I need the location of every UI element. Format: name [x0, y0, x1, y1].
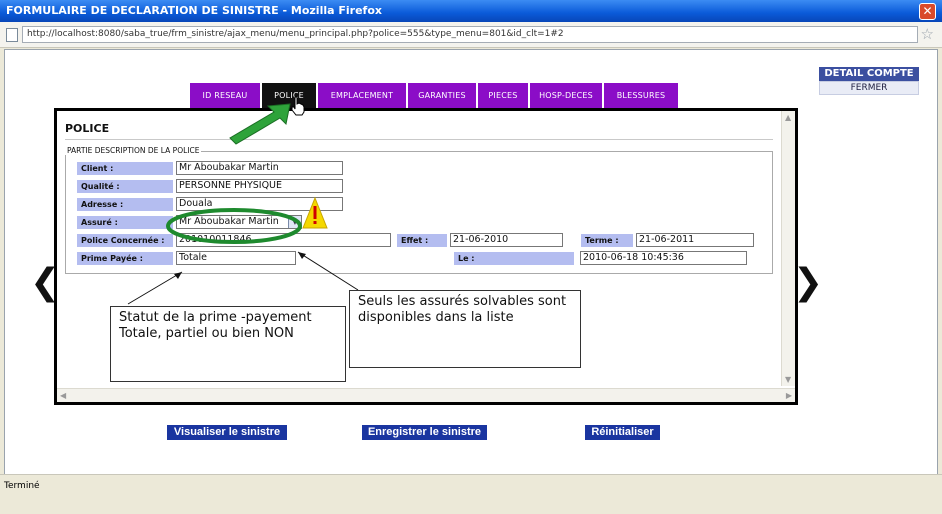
adresse-label: Adresse : — [77, 198, 173, 211]
tab-garanties[interactable]: GARANTIES — [408, 83, 476, 108]
scroll-right-icon[interactable]: ▶ — [786, 391, 792, 400]
url-field[interactable]: http://localhost:8080/saba_true/frm_sini… — [22, 26, 918, 43]
effet-label: Effet : — [397, 234, 447, 247]
qualite-label: Qualité : — [77, 180, 173, 193]
client-label: Client : — [77, 162, 173, 175]
bookmark-star-icon[interactable]: ☆ — [921, 25, 934, 43]
assure-select-value: Mr Aboubakar Martin — [179, 216, 279, 227]
enregistrer-sinistre-button[interactable]: Enregistrer le sinistre — [362, 425, 487, 440]
tab-hosp-deces[interactable]: HOSP-DECES — [530, 83, 602, 108]
hand-cursor-icon — [291, 96, 305, 116]
scroll-left-icon[interactable]: ◀ — [60, 391, 66, 400]
green-pointer-arrow-icon — [229, 103, 291, 145]
terme-label: Terme : — [581, 234, 633, 247]
qualite-field[interactable]: PERSONNE PHYSIQUE — [176, 179, 343, 193]
police-concernee-label: Police Concernée : — [77, 234, 173, 247]
scroll-down-icon[interactable]: ▼ — [785, 375, 791, 384]
horizontal-scrollbar[interactable]: ◀ ▶ — [57, 388, 795, 402]
page-icon — [6, 28, 18, 42]
prime-payee-label: Prime Payée : — [77, 252, 173, 265]
le-field[interactable]: 2010-06-18 10:45:36 — [580, 251, 747, 265]
window-title: FORMULAIRE DE DECLARATION DE SINISTRE - … — [6, 4, 382, 17]
assures-callout: Seuls les assurés solvables sont disponi… — [349, 290, 581, 368]
fieldset-legend: PARTIE DESCRIPTION DE LA POLICE — [65, 146, 202, 155]
police-section-title: POLICE — [65, 122, 110, 135]
status-text: Terminé — [4, 481, 40, 491]
assure-label: Assuré : — [77, 216, 173, 229]
tab-emplacement[interactable]: EMPLACEMENT — [318, 83, 406, 108]
terme-field[interactable]: 21-06-2011 — [636, 233, 754, 247]
prime-status-callout-text: Statut de la prime -payement Totale, par… — [119, 310, 312, 341]
status-bar: Terminé — [0, 474, 942, 514]
assure-select[interactable]: Mr Aboubakar Martin ▼ — [176, 215, 302, 229]
effet-field[interactable]: 21-06-2010 — [450, 233, 563, 247]
close-window-button[interactable]: ✕ — [919, 3, 936, 20]
reinitialiser-button[interactable]: Réinitialiser — [585, 425, 660, 440]
client-field[interactable]: Mr Aboubakar Martin — [176, 161, 343, 175]
police-concernee-field[interactable]: 201010011846 — [176, 233, 391, 247]
detail-compte-header: DETAIL COMPTE — [819, 67, 919, 81]
visualiser-sinistre-button[interactable]: Visualiser le sinistre — [167, 425, 287, 440]
vertical-scrollbar[interactable]: ▲ ▼ — [781, 111, 795, 386]
fermer-button[interactable]: FERMER — [819, 81, 919, 95]
chevron-down-icon[interactable]: ▼ — [288, 216, 301, 228]
scroll-up-icon[interactable]: ▲ — [785, 113, 791, 122]
tab-pieces[interactable]: PIECES — [478, 83, 528, 108]
window-titlebar: FORMULAIRE DE DECLARATION DE SINISTRE - … — [0, 0, 942, 22]
detail-compte-panel: DETAIL COMPTE FERMER — [819, 67, 919, 95]
prime-payee-field[interactable]: Totale — [176, 251, 296, 265]
assures-callout-text: Seuls les assurés solvables sont disponi… — [358, 294, 567, 325]
tab-blessures[interactable]: BLESSURES — [604, 83, 678, 108]
warning-icon — [302, 196, 328, 229]
le-label: Le : — [454, 252, 574, 265]
address-bar-area: http://localhost:8080/saba_true/frm_sini… — [0, 22, 942, 48]
prime-status-callout: Statut de la prime -payement Totale, par… — [110, 306, 346, 382]
previous-arrow-icon[interactable]: ❮ — [30, 262, 60, 303]
next-arrow-icon[interactable]: ❯ — [793, 262, 823, 303]
title-divider — [65, 139, 773, 140]
